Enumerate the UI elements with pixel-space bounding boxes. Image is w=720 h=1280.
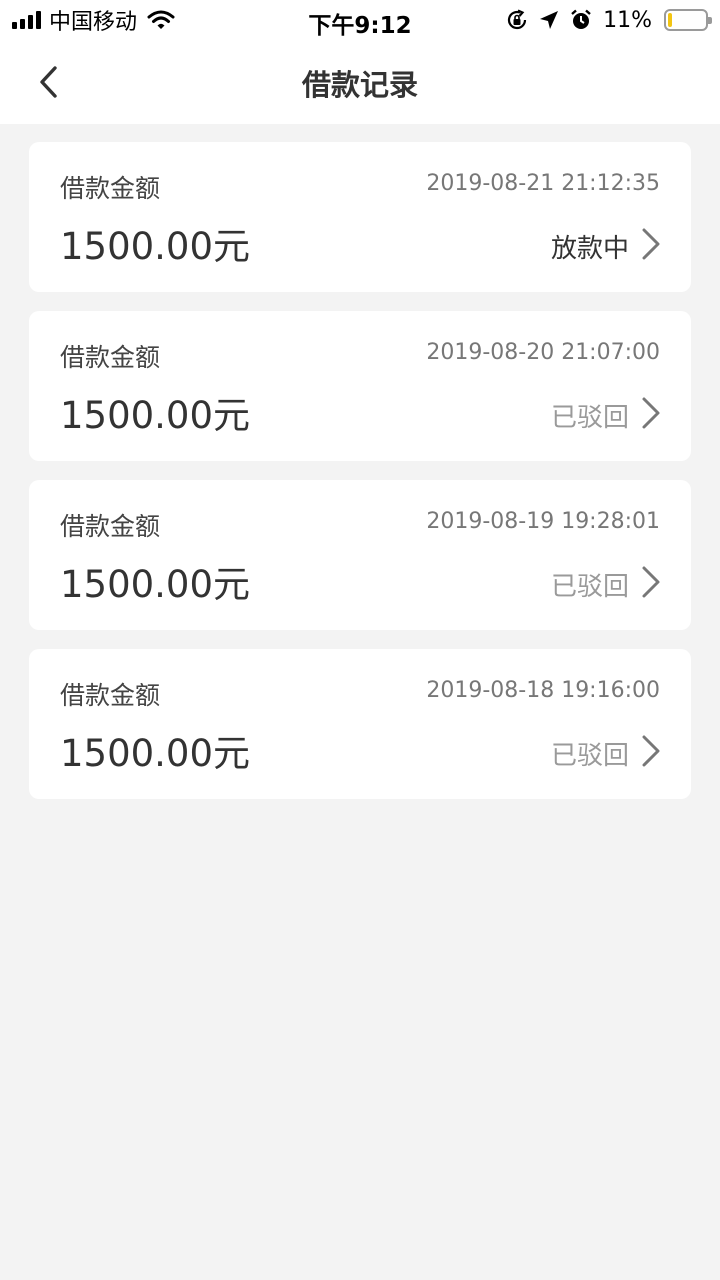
status-bar: 中国移动 下午9:12 11% (0, 0, 720, 40)
loan-record-card[interactable]: 借款金额 2019-08-19 19:28:01 1500.00元 已驳回 (29, 480, 691, 630)
record-time: 2019-08-18 19:16:00 (426, 678, 660, 703)
loan-status: 已驳回 (550, 741, 629, 771)
status-right: 11% (505, 6, 712, 34)
record-time: 2019-08-20 21:07:00 (426, 340, 660, 365)
loan-status: 已驳回 (550, 403, 629, 433)
rotation-lock-icon (508, 9, 527, 30)
loan-record-list: 借款金额 2019-08-21 21:12:35 1500.00元 放款中 借款… (29, 142, 691, 818)
loan-amount: 1500.00元 (60, 394, 251, 437)
loan-status: 放款中 (550, 234, 629, 264)
record-time: 2019-08-21 21:12:35 (426, 171, 660, 196)
loan-record-card[interactable]: 借款金额 2019-08-21 21:12:35 1500.00元 放款中 (29, 142, 691, 292)
amount-label: 借款金额 (60, 681, 161, 710)
location-icon (540, 11, 559, 29)
battery-percent: 11% (603, 7, 652, 33)
chevron-right-icon (642, 228, 660, 260)
chevron-right-icon (642, 735, 660, 767)
loan-amount: 1500.00元 (60, 732, 251, 775)
loan-record-card[interactable]: 借款金额 2019-08-18 19:16:00 1500.00元 已驳回 (29, 649, 691, 799)
loan-record-card[interactable]: 借款金额 2019-08-20 21:07:00 1500.00元 已驳回 (29, 311, 691, 461)
chevron-right-icon (642, 397, 660, 429)
amount-label: 借款金额 (60, 512, 161, 541)
page-title: 借款记录 (301, 68, 418, 102)
chevron-right-icon (642, 566, 660, 598)
alarm-icon (571, 9, 591, 29)
amount-label: 借款金额 (60, 174, 161, 203)
battery-icon (664, 9, 712, 31)
nav-bar: 借款记录 (0, 40, 720, 124)
loan-amount: 1500.00元 (60, 563, 251, 606)
battery-fill (668, 13, 672, 27)
record-time: 2019-08-19 19:28:01 (426, 509, 660, 534)
loan-status: 已驳回 (550, 572, 629, 602)
amount-label: 借款金额 (60, 343, 161, 372)
loan-amount: 1500.00元 (60, 225, 251, 268)
